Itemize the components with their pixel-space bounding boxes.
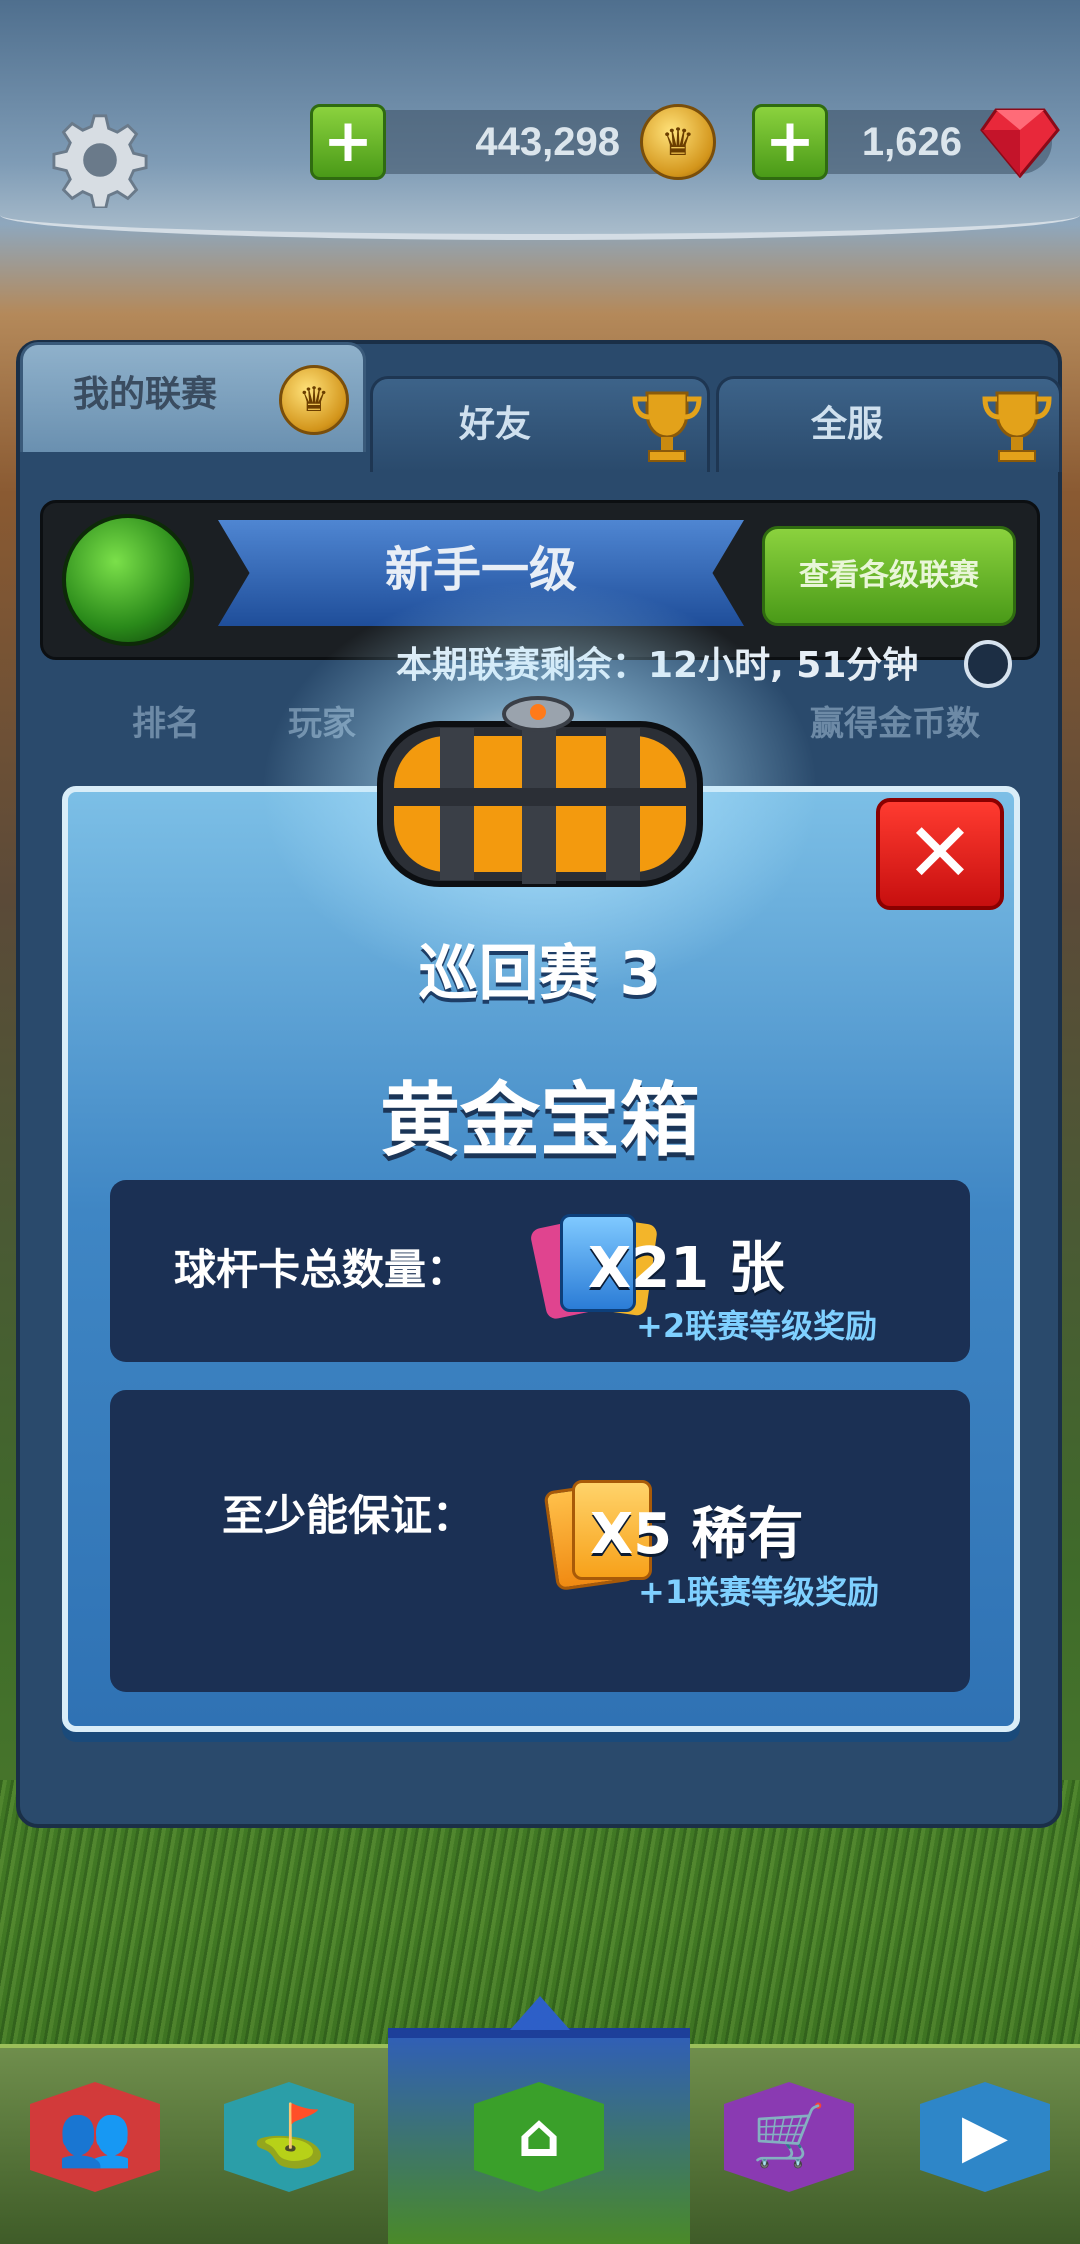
buy-gems-button[interactable]: +	[752, 104, 828, 180]
guarantee-qty: X5 稀有	[590, 1502, 804, 1567]
tab-global[interactable]: 全服	[716, 376, 1062, 472]
tour-title: 巡回赛 3	[418, 939, 662, 1009]
house-glyph: ⌂	[517, 2101, 561, 2171]
settings-gear-icon[interactable]	[52, 112, 148, 208]
nav-shop[interactable]: 🛒	[714, 2062, 864, 2222]
nav-social[interactable]: 👥	[20, 2062, 170, 2222]
tab-global-label: 全服	[811, 404, 884, 445]
trophy-icon	[982, 391, 1052, 462]
tab-my-league-label: 我的联赛	[73, 374, 218, 415]
coin-balance: + 443,298 ♛	[310, 104, 716, 180]
crown-coin-icon: ♛	[279, 365, 349, 435]
crown-coin-icon: ♛	[640, 104, 716, 180]
total-cards-label: 球杆卡总数量：	[174, 1245, 469, 1294]
total-cards-qty: X21 张	[588, 1236, 785, 1301]
play-glyph: ▶	[961, 2101, 1009, 2171]
tab-friends[interactable]: 好友	[370, 376, 710, 472]
gem-balance: + 1,626	[752, 104, 1060, 180]
guarantee-label: 至少能保证：	[222, 1491, 475, 1540]
golf-league-badge-icon	[62, 514, 194, 646]
gem-amount: 1,626	[861, 120, 962, 164]
close-button[interactable]: ✕	[876, 798, 1004, 910]
guarantee-bonus: +1联赛等级奖励	[638, 1573, 880, 1611]
column-rank: 排名	[132, 704, 200, 744]
nav-golf-bag[interactable]: ⛳	[214, 2062, 364, 2222]
buy-coins-button[interactable]: +	[310, 104, 386, 180]
gold-chest-icon	[377, 696, 703, 887]
trophy-icon	[632, 391, 702, 462]
tab-my-league[interactable]: 我的联赛 ♛	[20, 342, 366, 452]
chest-name: 黄金宝箱	[380, 1074, 700, 1167]
coin-amount: 443,298	[475, 120, 620, 164]
column-coins: 赢得金币数	[810, 704, 980, 744]
total-cards-bonus: +2联赛等级奖励	[636, 1307, 878, 1345]
close-icon: ✕	[905, 806, 975, 901]
ruby-gem-icon	[980, 108, 1060, 178]
guarantee-row: 至少能保证： X5 稀有 +1联赛等级奖励	[110, 1390, 970, 1692]
nav-replay[interactable]: ▶	[910, 2062, 1060, 2222]
clock-icon	[964, 640, 1012, 688]
tab-friends-label: 好友	[459, 404, 532, 445]
people-glyph: 👥	[57, 2101, 133, 2171]
cart-glyph: 🛒	[751, 2101, 827, 2171]
nav-home[interactable]: ⌂	[464, 2062, 614, 2222]
golf-club-glyph: ⛳	[251, 2101, 327, 2171]
total-cards-row: 球杆卡总数量： X21 张 +2联赛等级奖励	[110, 1180, 970, 1362]
